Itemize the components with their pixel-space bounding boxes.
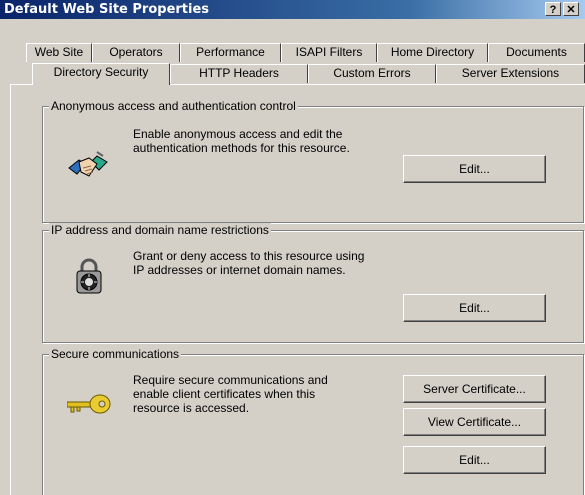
tab-performance[interactable]: Performance [180,43,281,62]
handshake-icon [68,151,108,177]
anonymous-access-group: Anonymous access and authentication cont… [42,99,584,223]
title-bar[interactable]: Default Web Site Properties ? ✕ [0,0,585,19]
tab-documents[interactable]: Documents [488,43,585,62]
close-button[interactable]: ✕ [563,2,579,16]
secure-description: Require secure communications and enable… [133,373,328,415]
group-label: Anonymous access and authentication cont… [49,99,298,113]
group-label: IP address and domain name restrictions [49,223,271,237]
anonymous-description: Enable anonymous access and edit the aut… [133,127,350,155]
tab-panel: Anonymous access and authentication cont… [10,84,585,495]
ip-description: Grant or deny access to this resource us… [133,249,365,277]
tab-operators[interactable]: Operators [92,43,180,62]
secure-communications-group: Secure communications Require secure com… [42,347,584,495]
tab-isapi-filters[interactable]: ISAPI Filters [281,43,377,62]
group-label: Secure communications [49,347,182,361]
help-button[interactable]: ? [545,2,561,16]
server-certificate-button[interactable]: Server Certificate... [403,375,546,403]
ip-edit-button[interactable]: Edit... [403,294,546,322]
window-title: Default Web Site Properties [4,2,210,17]
secure-edit-button[interactable]: Edit... [403,446,546,474]
tab-web-site[interactable]: Web Site [26,43,92,62]
view-certificate-button[interactable]: View Certificate... [403,408,546,436]
properties-dialog: Default Web Site Properties ? ✕ Web Site… [0,0,585,495]
tab-home-directory[interactable]: Home Directory [377,43,488,62]
tab-custom-errors[interactable]: Custom Errors [308,64,436,83]
ip-restrictions-group: IP address and domain name restrictions … [42,223,584,343]
anonymous-edit-button[interactable]: Edit... [403,155,546,183]
tab-server-extensions[interactable]: Server Extensions [436,64,585,83]
key-icon [67,394,111,414]
tab-http-headers[interactable]: HTTP Headers [170,64,308,83]
padlock-icon [76,258,102,294]
tab-directory-security[interactable]: Directory Security [32,63,170,85]
